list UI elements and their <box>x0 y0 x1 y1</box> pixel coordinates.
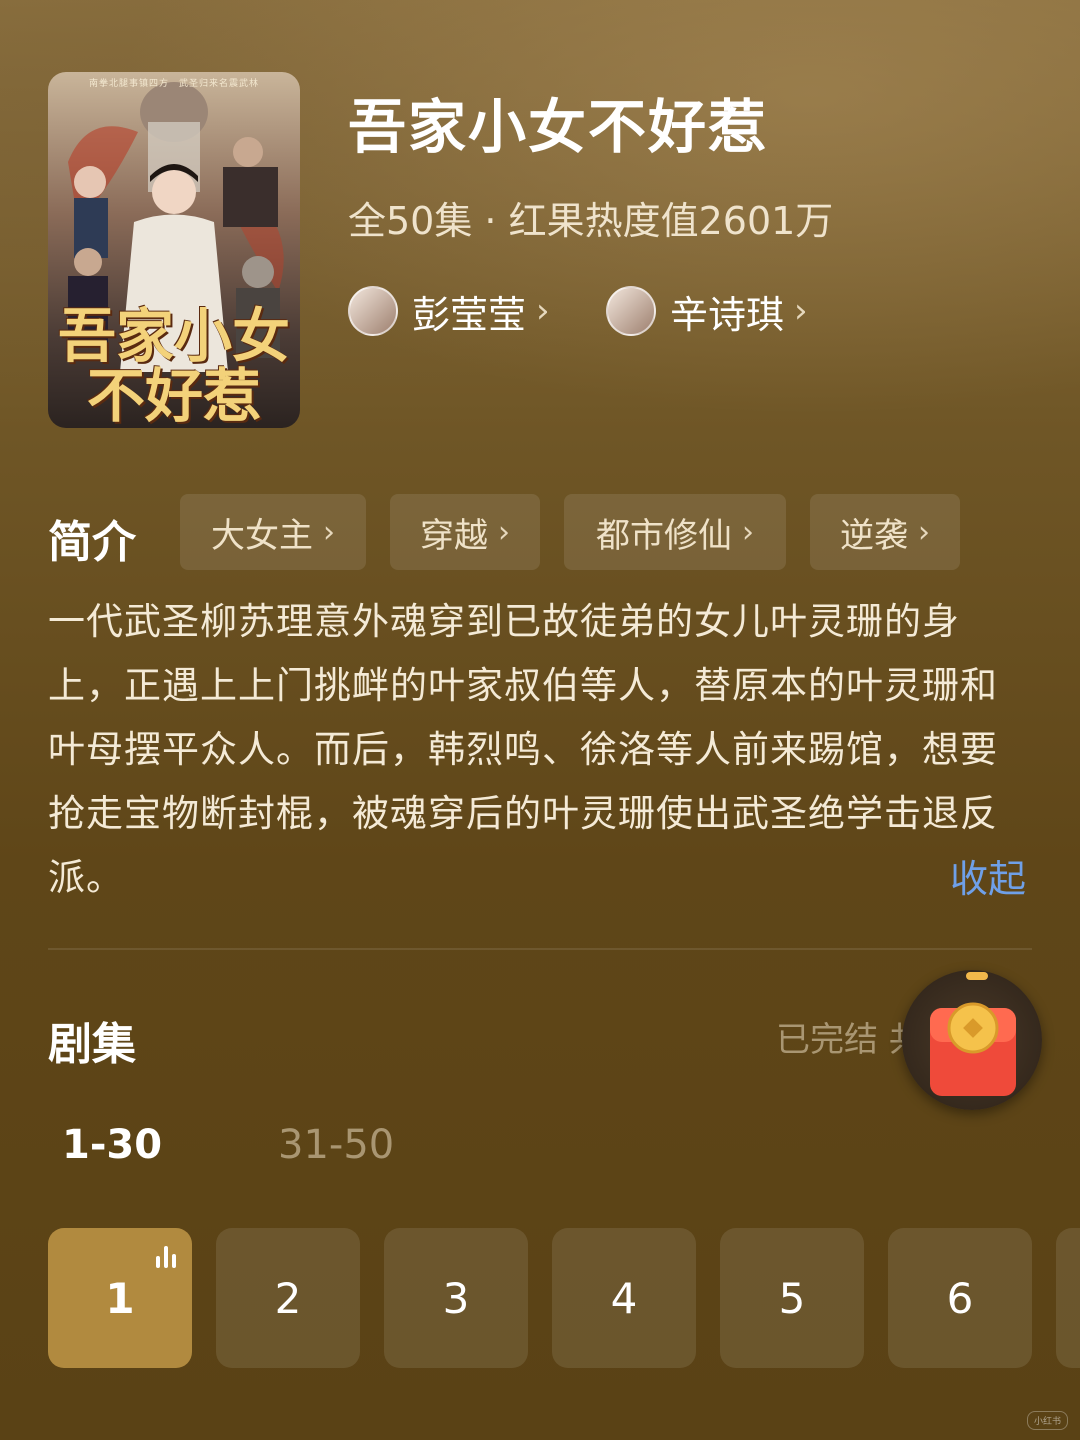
poster-title-line-1: 吾家小女 <box>57 302 290 370</box>
actor-name: 彭莹莹 <box>412 292 527 337</box>
poster-title-line-2: 不好惹 <box>86 362 261 428</box>
synopsis-heading: 简介 <box>48 517 136 568</box>
episode-button-2[interactable]: 2 <box>216 1228 360 1368</box>
drama-poster[interactable]: 南拳北腿事镇四方 武圣归来名震武林 吾家小女 不好惹 <box>48 72 300 428</box>
watermark: 小红书 <box>1026 1411 1068 1430</box>
episode-button-3[interactable]: 3 <box>384 1228 528 1368</box>
tag-chip[interactable]: 逆袭 › <box>810 494 960 570</box>
actor-link-2[interactable]: 辛诗琪 › <box>606 286 808 337</box>
episode-number: 4 <box>610 1273 638 1323</box>
synopsis-text: 一代武圣柳苏理意外魂穿到已故徒弟的女儿叶灵珊的身上，正遇上上门挑衅的叶家叔伯等人… <box>48 600 998 899</box>
episode-button-5[interactable]: 5 <box>720 1228 864 1368</box>
tag-label: 都市修仙 <box>596 515 732 556</box>
drama-title: 吾家小女不好惹 <box>348 93 769 161</box>
chevron-right-icon: › <box>498 514 510 550</box>
red-envelope-coin-icon <box>930 972 1016 1096</box>
range-tab-1[interactable]: 1-30 <box>62 1122 162 1168</box>
poster-tagline: 南拳北腿事镇四方 武圣归来名震武林 <box>88 79 259 89</box>
avatar <box>348 286 398 336</box>
collapse-link[interactable]: 收起 <box>950 848 1026 903</box>
chevron-right-icon: › <box>323 514 335 550</box>
episodes-heading: 剧集 <box>48 1019 136 1070</box>
chevron-right-icon: › <box>794 291 808 331</box>
episode-number: 6 <box>946 1273 974 1323</box>
tag-label: 大女主 <box>211 515 313 556</box>
chevron-right-icon: › <box>536 291 550 331</box>
episode-number: 2 <box>274 1273 302 1323</box>
sound-wave-icon <box>156 1246 176 1268</box>
drama-meta: 全50集 · 红果热度值2601万 <box>348 199 834 243</box>
episode-button-1[interactable]: 1 <box>48 1228 192 1368</box>
tag-label: 逆袭 <box>840 515 908 556</box>
chevron-right-icon: › <box>918 514 930 550</box>
episode-button-4[interactable]: 4 <box>552 1228 696 1368</box>
episode-number: 1 <box>105 1273 135 1323</box>
tag-chip[interactable]: 都市修仙 › <box>564 494 786 570</box>
range-tab-2[interactable]: 31-50 <box>278 1122 394 1168</box>
episode-number: 5 <box>778 1273 806 1323</box>
tag-label: 穿越 <box>420 515 488 556</box>
divider <box>48 948 1032 950</box>
episode-number: 3 <box>442 1273 470 1323</box>
tag-chip[interactable]: 穿越 › <box>390 494 540 570</box>
chevron-right-icon: › <box>742 514 754 550</box>
tag-chip[interactable]: 大女主 › <box>180 494 366 570</box>
red-envelope-button[interactable] <box>902 970 1042 1110</box>
episodes-status[interactable]: 已完结 共 <box>776 1012 923 1061</box>
actor-link-1[interactable]: 彭莹莹 › <box>348 286 550 337</box>
episode-button-7-partial[interactable] <box>1056 1228 1080 1368</box>
episode-button-6[interactable]: 6 <box>888 1228 1032 1368</box>
actor-name: 辛诗琪 <box>670 292 785 337</box>
avatar <box>606 286 656 336</box>
